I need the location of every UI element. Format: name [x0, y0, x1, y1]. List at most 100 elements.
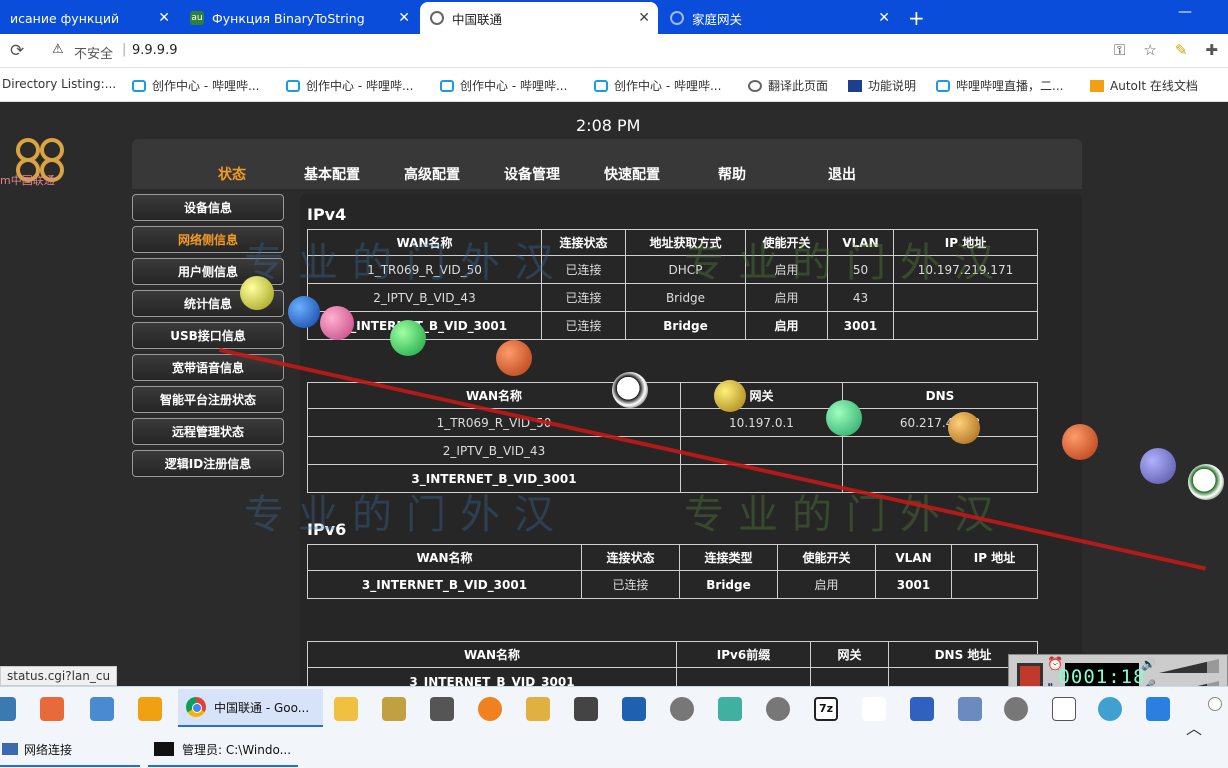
chevron-up-icon[interactable]: ︿	[1186, 715, 1202, 739]
address-bar-actions: ⚿ ☆ ✎ ✚	[1114, 41, 1218, 59]
app-icon[interactable]	[430, 697, 454, 721]
taskbar-network-connections[interactable]: 网络连接	[0, 731, 140, 767]
sidebar-item-device-info[interactable]: 设备信息	[132, 194, 284, 221]
nav-status[interactable]: 状态	[218, 164, 246, 184]
bookmark-directory-listing[interactable]: Directory Listing:...	[2, 77, 116, 91]
app-icon[interactable]	[958, 697, 982, 721]
app-icon[interactable]	[90, 697, 114, 721]
table-cell: 3001	[875, 570, 952, 599]
extension-icon[interactable]: ✎	[1175, 41, 1188, 59]
settings-icon[interactable]	[1098, 697, 1122, 721]
puzzle-icon[interactable]: ✚	[1205, 41, 1218, 59]
close-icon[interactable]: ✕	[878, 10, 890, 26]
column-header: 使能开关	[777, 544, 876, 571]
7zip-icon[interactable]: 7z	[814, 697, 838, 721]
bookmark-bilibili-1[interactable]: 创作中心 - 哔哩哔...	[132, 77, 259, 94]
table-cell: 3_INTERNET_B_VID_3001	[307, 570, 582, 599]
taskbar: 中国联通 - Goo... 7z 网络连接 管理员: C:\Windo... ︿	[0, 686, 1228, 768]
sidebar-item-usb-info[interactable]: USB接口信息	[132, 322, 284, 349]
app-icon[interactable]	[766, 697, 790, 721]
folder-icon[interactable]	[334, 697, 358, 721]
video-icon[interactable]	[574, 697, 598, 721]
nav-quick-config[interactable]: 快速配置	[604, 164, 660, 184]
close-icon[interactable]: ✕	[158, 10, 170, 26]
table-cell	[680, 436, 843, 465]
tab-function-description[interactable]: исание функций ✕	[0, 2, 178, 34]
circle-icon[interactable]	[1208, 697, 1222, 711]
nav-device-management[interactable]: 设备管理	[504, 164, 560, 184]
taskbar-chrome-window[interactable]: 中国联通 - Goo...	[178, 689, 323, 727]
tab-china-unicom[interactable]: 中国联通 ✕	[420, 2, 658, 34]
insecure-label[interactable]: 不安全	[74, 43, 113, 62]
table-cell	[893, 311, 1038, 340]
green-ball-icon	[390, 320, 426, 356]
star-icon[interactable]: ☆	[1143, 41, 1156, 59]
notepad-icon[interactable]	[718, 697, 742, 721]
table-cell	[676, 667, 811, 686]
tab-binarytostring[interactable]: au Функция BinaryToString ✕	[180, 2, 418, 34]
taskbar-cmd-window[interactable]: 管理员: C:\Windo...	[148, 731, 298, 767]
close-icon[interactable]: ✕	[638, 10, 650, 26]
search-icon[interactable]	[478, 697, 502, 721]
network-icon	[2, 743, 18, 755]
bookmark-bilibili-4[interactable]: 创作中心 - 哔哩哔...	[594, 77, 721, 94]
app-icon[interactable]	[1004, 697, 1028, 721]
app-icon[interactable]	[526, 697, 550, 721]
sidebar-item-platform-registration[interactable]: 智能平台注册状态	[132, 386, 284, 413]
bookmark-translate[interactable]: 翻译此页面	[748, 77, 828, 94]
app-icon[interactable]	[862, 697, 886, 721]
globe-icon	[670, 11, 684, 25]
bilibili-icon	[936, 79, 950, 92]
bilibili-icon	[440, 79, 454, 92]
app-icon[interactable]	[0, 697, 16, 721]
autoit-docs-icon	[1090, 79, 1104, 92]
warning-icon[interactable]: ⚠	[52, 42, 64, 57]
tab-home-gateway[interactable]: 家庭网关 ✕	[660, 2, 898, 34]
table-cell	[842, 436, 1038, 465]
yellow-ball-icon	[714, 380, 746, 412]
table-cell: 3001	[827, 311, 894, 340]
logo-text: m中国联通	[0, 174, 55, 187]
bookmark-autoit-docs[interactable]: AutoIt 在线文档	[1090, 77, 1198, 94]
autoit-icon[interactable]	[138, 697, 162, 721]
sidebar-item-logical-id[interactable]: 逻辑ID注册信息	[132, 450, 284, 477]
close-icon[interactable]: ✕	[398, 10, 410, 26]
nav-basic-config[interactable]: 基本配置	[304, 164, 360, 184]
speaker-icon[interactable]: 🔊	[1141, 657, 1156, 671]
address-bar: ⟳ ⚠ 不安全 | 9.9.9.9 ⚿ ☆ ✎ ✚	[0, 34, 1228, 68]
bookmark-label: AutoIt 在线文档	[1110, 79, 1198, 93]
bookmark-bilibili-3[interactable]: 创作中心 - 哔哩哔...	[440, 77, 567, 94]
bookmark-bilibili-live[interactable]: 哔哩哔哩直播，二...	[936, 77, 1063, 94]
soccer-ball-icon	[612, 372, 648, 408]
app-icon[interactable]	[670, 697, 694, 721]
url-input[interactable]: 9.9.9.9	[132, 43, 177, 58]
app-icon[interactable]	[382, 697, 406, 721]
column-header: WAN名称	[307, 641, 677, 668]
taskbar-window-label: 管理员: C:\Windo...	[182, 742, 292, 757]
calendar-icon[interactable]	[1052, 697, 1076, 721]
app-icon[interactable]	[1146, 697, 1170, 721]
sidebar-item-remote-management[interactable]: 远程管理状态	[132, 418, 284, 445]
app-icon[interactable]	[622, 697, 646, 721]
nav-advanced-config[interactable]: 高级配置	[404, 164, 460, 184]
bookmark-label: 创作中心 - 哔哩哔...	[614, 79, 722, 93]
app-icon[interactable]	[910, 697, 934, 721]
table-cell: 10.197.0.1	[680, 408, 843, 437]
green-ball-icon	[826, 400, 862, 436]
key-icon[interactable]: ⚿	[1114, 41, 1125, 59]
nav-logout[interactable]: 退出	[828, 164, 856, 184]
minimize-button[interactable]: —	[1178, 4, 1192, 20]
reload-icon[interactable]: ⟳	[10, 41, 24, 61]
bilibili-icon	[594, 79, 608, 92]
ipv6-wan-table: WAN名称 连接状态 连接类型 使能开关 VLAN IP 地址 3_INTERN…	[307, 544, 1038, 599]
column-header: IP 地址	[951, 544, 1038, 571]
new-tab-button[interactable]: +	[908, 6, 925, 30]
bookmark-function-help[interactable]: 功能说明	[848, 77, 916, 94]
nav-help[interactable]: 帮助	[718, 164, 746, 184]
tab-label: исание функций	[10, 10, 120, 26]
app-icon[interactable]	[40, 697, 64, 721]
bookmark-bilibili-2[interactable]: 创作中心 - 哔哩哔...	[286, 77, 413, 94]
active-indicator	[0, 765, 140, 767]
speaker-volume-meter[interactable]	[1159, 659, 1219, 673]
column-header: VLAN	[875, 544, 952, 571]
